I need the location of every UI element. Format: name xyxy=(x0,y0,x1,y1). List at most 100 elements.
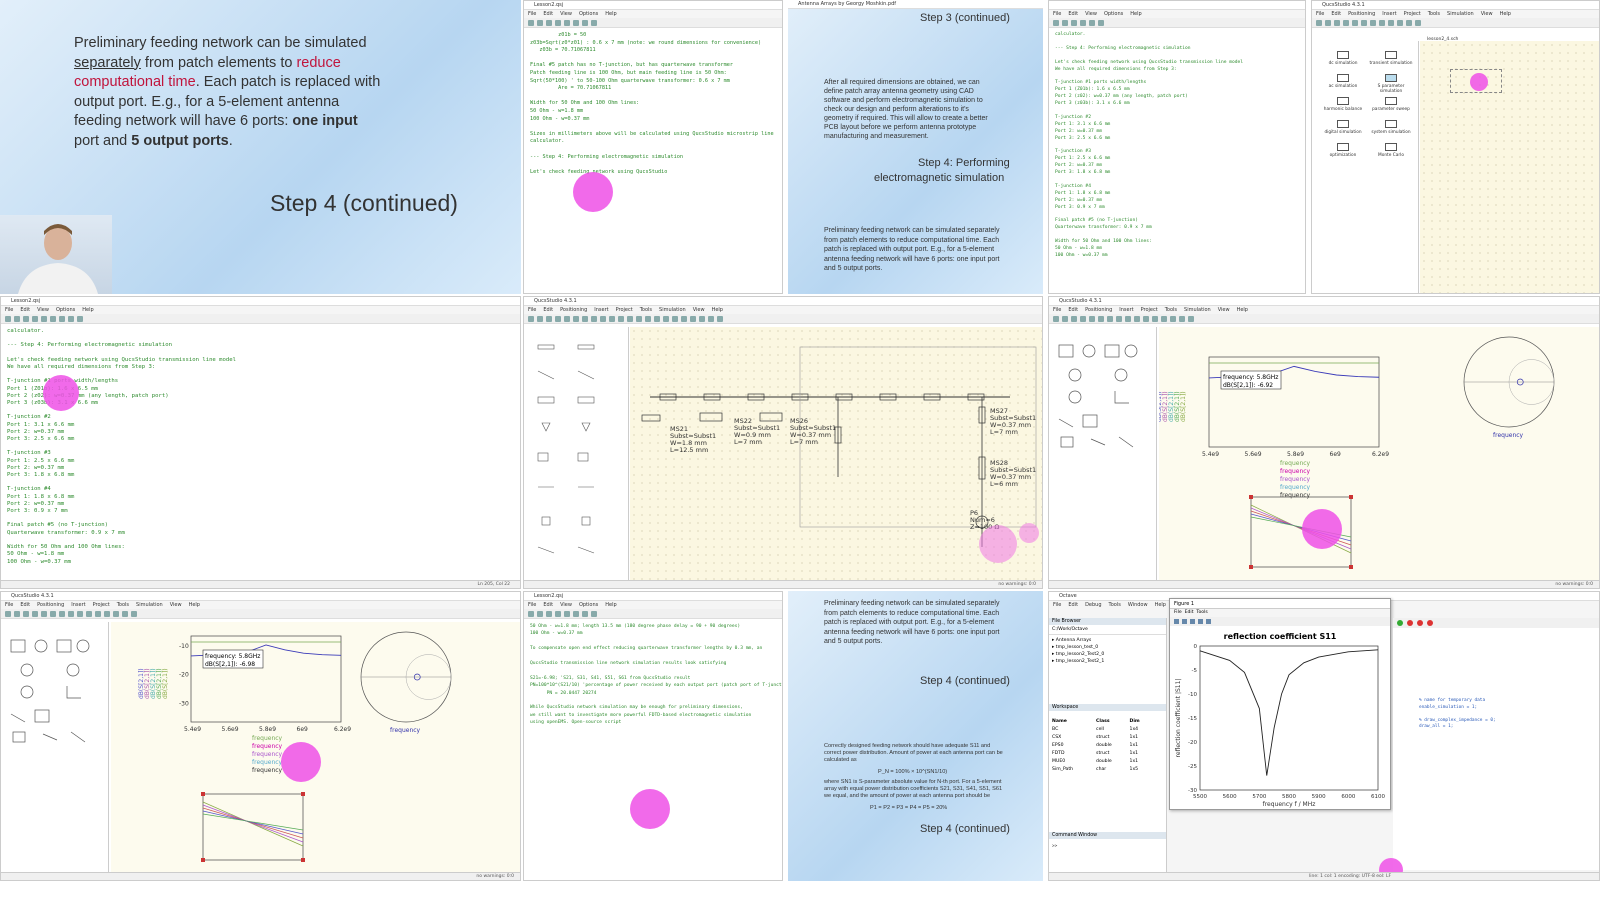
menu-item[interactable]: Tools xyxy=(640,307,652,313)
toolbar-2[interactable] xyxy=(1049,18,1305,28)
phase-frame xyxy=(202,793,304,861)
code-text[interactable]: z01b = 50 z03b=Sqrt(z0*z01) : 0.6 x 7 mm … xyxy=(524,28,782,180)
x-axis-label: frequency f / MHz xyxy=(1263,801,1316,808)
sim-component-panel[interactable]: dc simulation transient simulation ac simu… xyxy=(1312,41,1419,293)
editor-code[interactable]: % name for temporary data enable_simulati… xyxy=(1413,694,1502,735)
qucs-toolbar[interactable] xyxy=(1312,18,1599,28)
sim-item[interactable]: S parameter simulation xyxy=(1368,74,1414,94)
workspace-row[interactable]: FDTD struct 1x1 xyxy=(1052,750,1163,758)
phase-trace xyxy=(202,810,304,835)
tile-octave: Octave File Edit Debug Tools Window Help File… xyxy=(1048,591,1600,881)
sim-item[interactable]: system simulation xyxy=(1368,120,1414,135)
figure-window[interactable]: Figure 1 File Edit Tools reflection coef… xyxy=(1169,598,1391,810)
sim-item[interactable]: ac simulation xyxy=(1320,74,1366,89)
workspace-cell: 1x1 xyxy=(1129,751,1139,756)
qucs-menu-4[interactable]: File Edit Positioning Insert Project Tools Sim… xyxy=(1,601,520,609)
menu-item[interactable]: Positioning xyxy=(560,307,587,313)
toolbar[interactable] xyxy=(524,18,782,28)
plot-canvas[interactable]: 5.4e9 5.6e9 5.8e9 6e9 6.2e9 frequency: 5.8GHz… xyxy=(1156,327,1599,582)
workspace-header: Name Class Dim xyxy=(1052,718,1163,726)
workspace-cell: struct xyxy=(1096,751,1110,756)
menu-item[interactable]: View xyxy=(560,11,572,17)
menu-bar[interactable]: File Edit View Options Help xyxy=(524,10,782,18)
workspace-row[interactable]: BC cell 1x4 xyxy=(1052,726,1163,734)
figure-toolbar[interactable] xyxy=(1170,617,1390,626)
marker-value: dB(S[2,1]): -6.98 xyxy=(205,661,255,668)
diagram-palette[interactable] xyxy=(1049,327,1157,582)
menu-item[interactable]: Edit xyxy=(543,307,553,313)
workspace-table[interactable]: Name Class Dim BC cell 1x4 CSX struct 1x1 EPS0 dou… xyxy=(1049,718,1166,774)
qucs-toolbar-3[interactable] xyxy=(1049,314,1599,324)
menu-item[interactable]: Help xyxy=(712,307,723,313)
sim-item[interactable]: Monte Carlo xyxy=(1368,143,1414,158)
sim-item[interactable]: optimization xyxy=(1320,143,1366,158)
code-text-2[interactable]: calculator. --- Step 4: Performing elect… xyxy=(1049,28,1305,264)
qucs-tab[interactable]: lesson2_4.sch xyxy=(1427,37,1458,42)
figure-menu[interactable]: File Edit Tools xyxy=(1170,609,1390,617)
toolbar-5[interactable] xyxy=(524,609,782,619)
menu-item[interactable]: Options xyxy=(579,11,598,17)
qucs-menu-2[interactable]: File Edit Positioning Insert Project Tools Sim… xyxy=(524,306,1042,314)
schematic-canvas[interactable] xyxy=(1420,41,1599,293)
code-line: Final patch #5 (no T-junction) xyxy=(7,522,109,529)
octave-editor[interactable]: % name for temporary data enable_simulati… xyxy=(1393,618,1599,870)
component-palette[interactable] xyxy=(524,327,629,582)
x-tick-label: 6100 xyxy=(1371,794,1385,800)
touch-indicator-5 xyxy=(1019,523,1039,543)
legend-entry: frequency xyxy=(252,759,283,766)
workspace-cell: 1x4 xyxy=(1129,727,1139,732)
file-item[interactable]: ▸ Antenna Arrays xyxy=(1052,637,1163,644)
file-item[interactable]: ▸ tmp_lesson_test_0 xyxy=(1052,644,1163,651)
file-item[interactable]: ▸ tmp_lesson2_Test2_1 xyxy=(1052,658,1163,665)
diagram-palette-2[interactable] xyxy=(1,622,109,874)
workspace-row[interactable]: Sim_Path char 1x5 xyxy=(1052,766,1163,774)
menu-item[interactable]: File xyxy=(528,11,536,17)
menu-item[interactable]: Insert xyxy=(594,307,608,313)
qucs-menu-3[interactable]: File Edit Positioning Insert Project Tools Sim… xyxy=(1049,306,1599,314)
sim-item[interactable]: dc simulation xyxy=(1320,51,1366,66)
workspace-row[interactable]: MUE0 double 1x1 xyxy=(1052,758,1163,766)
sim-item[interactable]: transient simulation xyxy=(1368,51,1414,66)
sim-item[interactable]: parameter sweep xyxy=(1368,97,1414,112)
y-axis-label: dB(S[2,1]) xyxy=(138,668,145,699)
workspace-cell: Sim_Path xyxy=(1052,767,1074,772)
sim-icon xyxy=(1385,120,1397,128)
menu-item[interactable]: File xyxy=(528,307,536,313)
resize-handle xyxy=(1349,565,1353,569)
menu-bar-3[interactable]: File Edit View Options Help xyxy=(1,306,520,314)
current-dir[interactable]: C:/Work/Octave xyxy=(1049,625,1166,635)
y-axis-label: dB(S[2,1]) xyxy=(1168,391,1175,422)
code-line: T-junction #1 ports width/lengths xyxy=(7,378,119,385)
menu-item[interactable]: Edit xyxy=(543,11,553,17)
workspace-row[interactable]: CSX struct 1x1 xyxy=(1052,734,1163,742)
slide-text-run: from patch elements to xyxy=(140,54,297,71)
qucs-toolbar-4[interactable] xyxy=(1,609,520,619)
sim-item[interactable]: digital simulation xyxy=(1320,120,1366,135)
file-item[interactable]: ▸ tmp_lesson2_Test2_0 xyxy=(1052,651,1163,658)
code-text-3[interactable]: calculator. --- Step 4: Performing elect… xyxy=(1,324,520,570)
qucs-toolbar-2[interactable] xyxy=(524,314,1042,324)
qucs-menu[interactable]: File Edit Positioning Insert Project Tools Sim… xyxy=(1312,10,1599,18)
workspace-row[interactable]: EPS0 double 1x1 xyxy=(1052,742,1163,750)
workspace-cell: double xyxy=(1096,743,1112,748)
menu-item[interactable]: View xyxy=(693,307,705,313)
schematic-label: L=7 mm xyxy=(734,438,762,446)
file-list[interactable]: ▸ Antenna Arrays ▸ tmp_lesson_test_0 ▸ tmp… xyxy=(1049,635,1166,667)
slide-line: output port. E.g., for a 5-element anten… xyxy=(74,93,494,113)
menu-item[interactable]: Project xyxy=(616,307,633,313)
sim-icon xyxy=(1337,74,1349,82)
menu-bar-2[interactable]: File Edit View Options Help xyxy=(1049,10,1305,18)
menu-item[interactable]: Simulation xyxy=(659,307,686,313)
menu-bar-5[interactable]: File Edit View Options Help xyxy=(524,601,782,609)
toolbar-3[interactable] xyxy=(1,314,520,324)
menu-item[interactable]: Help xyxy=(605,11,616,17)
code-text-5[interactable]: 50 Ohm - w=1.8 mm; length 13.5 mm (180 d… xyxy=(524,619,782,731)
sim-item[interactable]: harmonic balance xyxy=(1320,97,1366,112)
pdf-title: Antenna Arrays by Georgy Moshkin.pdf xyxy=(788,0,1043,9)
editor-toolbar[interactable] xyxy=(1393,618,1599,628)
workspace-cell: BC xyxy=(1052,727,1059,732)
component-icons xyxy=(537,344,595,554)
